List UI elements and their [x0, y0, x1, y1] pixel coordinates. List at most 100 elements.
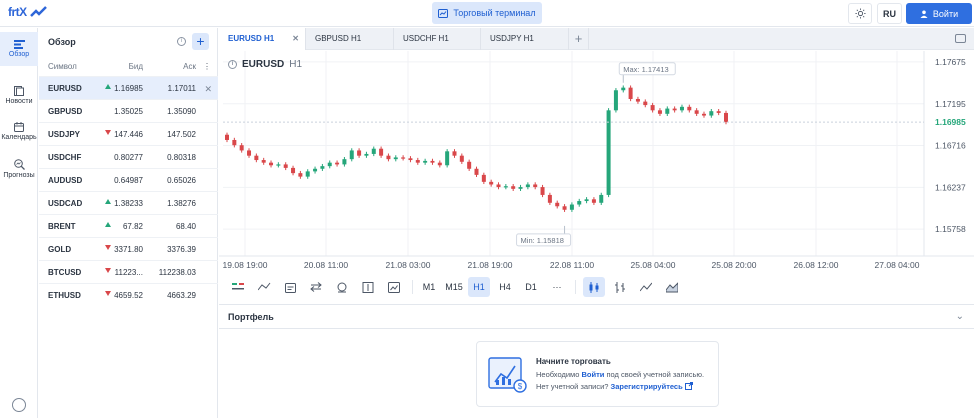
symbol-name: USDCAD [48, 199, 83, 208]
chart-area[interactable]: 1.17675 1.17195 1.16716 1.16237 1.15758 19.08… [219, 51, 974, 273]
candle-body [481, 174, 486, 182]
symbol-row-ethusd[interactable]: ETHUSD 4659.52 4663.29 [39, 283, 218, 306]
add-symbol-button[interactable]: + [192, 33, 209, 50]
overview-icon [13, 40, 25, 49]
candle-body [313, 168, 318, 172]
candle-body [635, 98, 640, 102]
image-icon[interactable] [384, 277, 404, 297]
theme-toggle-button[interactable] [848, 3, 872, 24]
nav-item-overview[interactable]: Обзор [0, 32, 38, 66]
candle-body [276, 164, 281, 166]
language-button[interactable]: RU [877, 3, 902, 24]
tab-label: GBPUSD H1 [315, 34, 362, 43]
timeframe-d1[interactable]: D1 [520, 277, 542, 297]
more-timeframes-button[interactable]: ··· [546, 277, 568, 297]
remove-symbol-icon[interactable]: ✕ [204, 84, 212, 95]
symbol-row-usdjpy[interactable]: USDJPY 147.446 147.502 [39, 122, 218, 145]
symbol-name: BRENT [48, 222, 76, 231]
candle-body [599, 194, 604, 203]
portfolio-panel: Портфель ⌄ $ Начните торговать Необходим… [219, 304, 974, 418]
candle-body [687, 106, 692, 111]
timeframe-h1[interactable]: H1 [468, 277, 490, 297]
close-tab-icon[interactable]: ✕ [292, 28, 299, 50]
bid-price: 0.80277 [114, 153, 143, 162]
info-icon[interactable]: i [177, 37, 186, 46]
drawing-icon[interactable] [332, 277, 352, 297]
bars-chart-type-icon[interactable] [609, 277, 631, 297]
chart-title: i EURUSD H1 [228, 59, 302, 70]
bid-price: 0.64987 [114, 176, 143, 185]
nav-label-overview: Обзор [8, 51, 30, 58]
tab-gbpusd[interactable]: GBPUSD H1 [306, 28, 394, 50]
svg-text:$: $ [518, 382, 523, 391]
compare-icon[interactable] [306, 277, 326, 297]
terminal-icon [438, 8, 449, 18]
toolbar-separator [575, 280, 576, 294]
symbol-row-brent[interactable]: BRENT 67.82 68.40 [39, 214, 218, 237]
price-up-icon [105, 199, 111, 204]
sun-icon [854, 8, 866, 19]
candle-body [379, 148, 384, 156]
login-hint: Необходимо Войти под своей учетной запис… [536, 370, 704, 379]
screenshot-icon[interactable] [955, 34, 966, 43]
timeframe-h4[interactable]: H4 [494, 277, 516, 297]
y-tick-label: 1.16716 [935, 141, 966, 151]
symbol-name: AUDUSD [48, 176, 83, 185]
area-chart-type-icon[interactable] [661, 277, 683, 297]
symbol-row-usdchf[interactable]: USDCHF 0.80277 0.80318 [39, 145, 218, 168]
start-trading-icon: $ [488, 357, 527, 393]
ask-price: 1.17011 [167, 84, 196, 93]
candles-chart-type-icon[interactable] [583, 277, 605, 297]
symbol-row-btcusd[interactable]: BTCUSD 11223... 112238.03 [39, 260, 218, 283]
symbol-row-eurusd[interactable]: EURUSD 1.16985 1.17011 ✕ [39, 76, 218, 99]
add-tab-button[interactable]: + [569, 28, 589, 50]
candle-body [335, 162, 340, 165]
help-icon[interactable] [12, 398, 26, 412]
calendar-tool-icon[interactable] [280, 277, 300, 297]
timeframe-m1[interactable]: M1 [418, 277, 440, 297]
login-label: Войти [932, 8, 959, 19]
candle-body [254, 155, 259, 161]
candle-body [562, 206, 567, 210]
candle-body [467, 161, 472, 169]
trading-terminal-label: Торговый терминал [453, 8, 536, 18]
tab-usdchf[interactable]: USDCHF H1 [394, 28, 481, 50]
x-tick-label: 21.08 19:00 [468, 260, 513, 270]
fit-icon[interactable] [358, 277, 378, 297]
price-chart[interactable]: 1.17675 1.17195 1.16716 1.16237 1.15758 19.08… [219, 51, 974, 273]
candle-body [452, 151, 457, 156]
symbol-row-audusd[interactable]: AUDUSD 0.64987 0.65026 [39, 168, 218, 191]
nav-item-news[interactable]: Новости [0, 78, 38, 112]
nav-item-calendar[interactable]: Календарь [0, 114, 38, 148]
candle-body [291, 167, 296, 174]
candle-body [533, 184, 538, 188]
login-link[interactable]: Войти [581, 370, 604, 379]
candle-body [415, 160, 420, 163]
nav-item-forecasts[interactable]: Прогнозы [0, 152, 38, 186]
login-button[interactable]: Войти [906, 3, 972, 24]
candle-body [650, 105, 655, 111]
trading-terminal-button[interactable]: Торговый терминал [432, 2, 542, 24]
register-link[interactable]: Зарегистрируйтесь [611, 382, 683, 391]
indicators-icon[interactable] [228, 277, 248, 297]
x-tick-label: 26.08 12:00 [794, 260, 839, 270]
tab-usdjpy[interactable]: USDJPY H1 [481, 28, 569, 50]
symbol-row-gbpusd[interactable]: GBPUSD 1.35025 1.35090 [39, 99, 218, 122]
price-down-icon [105, 268, 111, 273]
candle-body [547, 194, 552, 203]
ask-price: 68.40 [175, 222, 196, 231]
chart-info-icon[interactable]: i [228, 60, 237, 69]
line-chart-type-icon[interactable] [635, 277, 657, 297]
tab-label: EURUSD H1 [228, 34, 275, 43]
collapse-icon[interactable]: ⌄ [956, 311, 964, 322]
logo[interactable]: frtX [8, 5, 48, 19]
candle-body [364, 153, 369, 156]
timeframe-m15[interactable]: M15 [443, 277, 465, 297]
line-tools-icon[interactable] [254, 277, 274, 297]
candle-body [371, 148, 376, 154]
symbol-row-usdcad[interactable]: USDCAD 1.38233 1.38276 [39, 191, 218, 214]
symbol-row-gold[interactable]: GOLD 3371.80 3376.39 [39, 237, 218, 260]
columns-menu-icon[interactable]: ⋮ [203, 62, 211, 71]
tab-eurusd[interactable]: EURUSD H1 ✕ [219, 28, 306, 50]
candle-body [232, 139, 237, 146]
